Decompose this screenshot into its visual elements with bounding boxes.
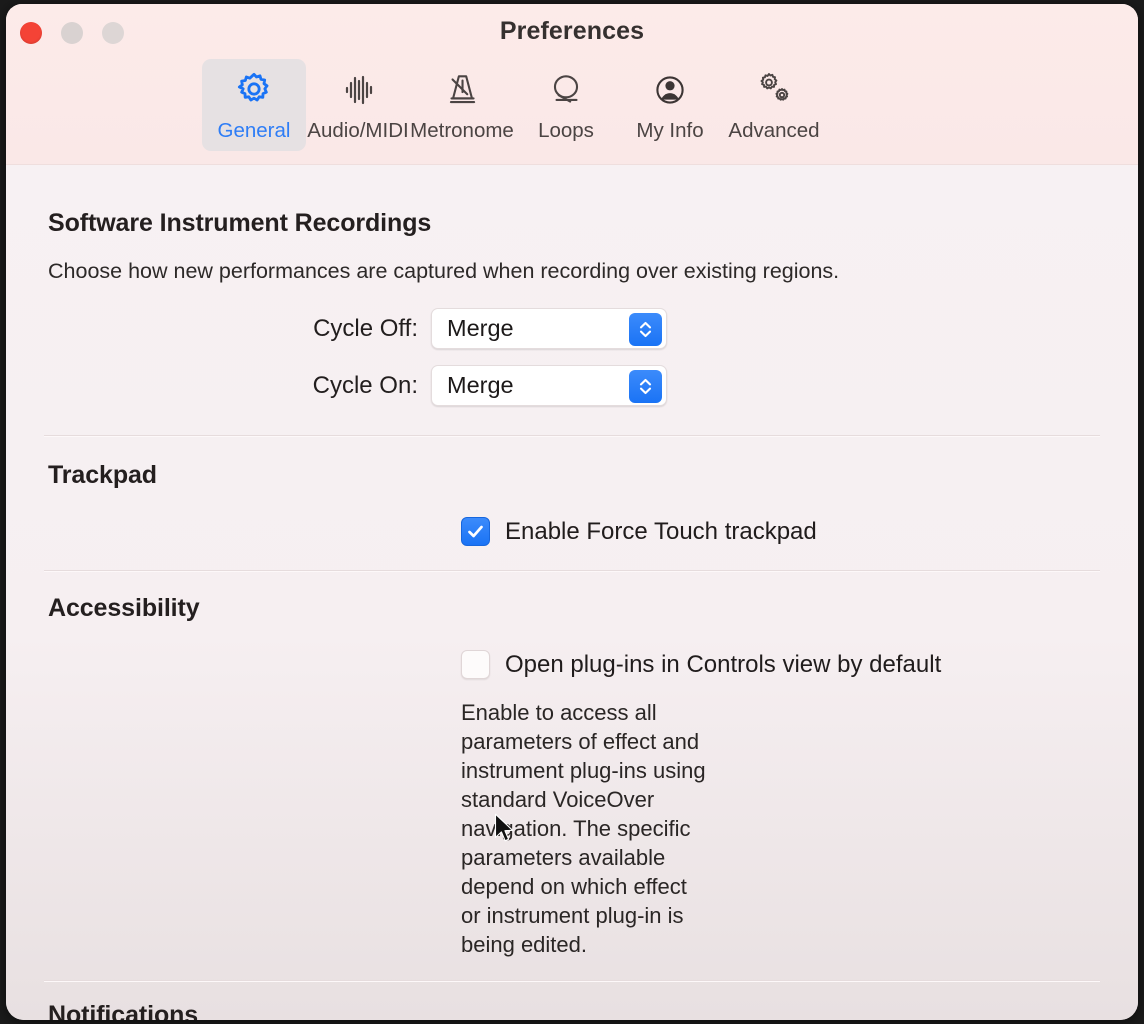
chevron-up-down-icon[interactable] — [629, 370, 662, 403]
controls-view-checkbox[interactable] — [461, 650, 490, 679]
section-title-accessibility: Accessibility — [48, 594, 200, 622]
metronome-icon — [441, 68, 483, 112]
section-title-notifications: Notifications — [48, 1001, 199, 1020]
controls-view-label: Open plug-ins in Controls view by defaul… — [505, 650, 942, 678]
toolbar-tabs: General Audio/MIDI Metronome Loops My In… — [202, 59, 826, 151]
tab-loops[interactable]: Loops — [514, 59, 618, 151]
cycle-off-popup-button[interactable]: Merge — [431, 308, 667, 349]
force-touch-checkbox[interactable] — [461, 517, 490, 546]
tab-my-info[interactable]: My Info — [618, 59, 722, 151]
tab-general[interactable]: General — [202, 59, 306, 151]
tab-metronome-label: Metronome — [410, 119, 514, 142]
waveform-icon — [338, 68, 378, 112]
tab-general-label: General — [217, 119, 291, 142]
cycle-on-value: Merge — [447, 372, 514, 398]
tab-advanced[interactable]: Advanced — [722, 59, 826, 151]
section-description-software-instrument: Choose how new performances are captured… — [48, 259, 840, 283]
cycle-on-label: Cycle On: — [312, 371, 418, 399]
field-row-cycle-on: Cycle On: Merge — [48, 365, 1096, 406]
tab-audio-midi-label: Audio/MIDI — [307, 119, 409, 142]
cycle-on-popup-button[interactable]: Merge — [431, 365, 667, 406]
two-gears-icon — [752, 68, 796, 112]
loop-icon — [545, 68, 587, 112]
tab-loops-label: Loops — [538, 119, 594, 142]
tab-my-info-label: My Info — [636, 119, 704, 142]
page-title: Preferences — [499, 17, 645, 45]
preferences-content: Software Instrument Recordings Choose ho… — [6, 165, 1138, 1020]
tab-audio-midi[interactable]: Audio/MIDI — [306, 59, 410, 151]
cycle-off-label: Cycle Off: — [313, 314, 418, 342]
tab-metronome[interactable]: Metronome — [410, 59, 514, 151]
section-title-software-instrument: Software Instrument Recordings — [48, 209, 432, 237]
controls-view-row: Open plug-ins in Controls view by defaul… — [48, 650, 1096, 679]
cycle-off-value: Merge — [447, 315, 514, 341]
tab-advanced-label: Advanced — [728, 119, 820, 142]
person-circle-icon — [649, 68, 691, 112]
chevron-up-down-icon[interactable] — [629, 313, 662, 346]
force-touch-row: Enable Force Touch trackpad — [48, 517, 1096, 546]
window-toolbar: Preferences General Audio/MIDI Metronome… — [6, 4, 1138, 165]
force-touch-label: Enable Force Touch trackpad — [505, 517, 817, 545]
gear-icon — [234, 68, 274, 112]
section-title-trackpad: Trackpad — [48, 461, 157, 489]
preferences-window: Preferences General Audio/MIDI Metronome… — [6, 4, 1138, 1020]
accessibility-help-text: Enable to access all parameters of effec… — [461, 700, 706, 957]
field-row-cycle-off: Cycle Off: Merge — [48, 308, 1096, 349]
